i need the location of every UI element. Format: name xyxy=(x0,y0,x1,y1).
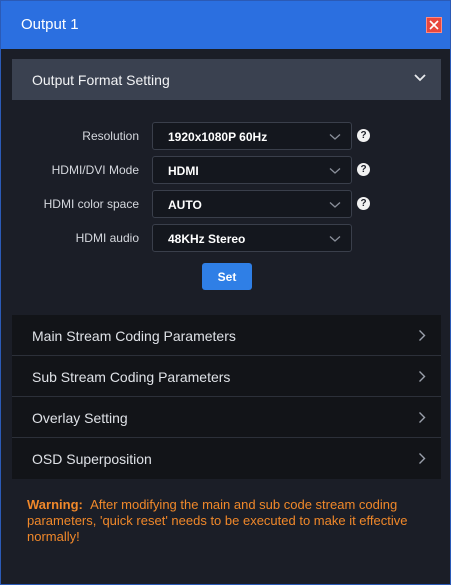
chevron-right-icon xyxy=(419,453,426,464)
hdmi-audio-value: 48KHz Stereo xyxy=(168,232,246,246)
hdmi-dvi-mode-row: HDMI/DVI Mode HDMI ? xyxy=(1,156,450,184)
title-bar: Output 1 xyxy=(1,1,450,49)
dropdown-arrow-icon xyxy=(329,168,341,174)
dropdown-arrow-icon xyxy=(329,236,341,242)
hdmi-audio-label: HDMI audio xyxy=(75,231,139,245)
chevron-right-icon xyxy=(419,330,426,341)
hdmi-dvi-mode-help-icon[interactable]: ? xyxy=(357,163,370,176)
chevron-right-icon xyxy=(419,412,426,423)
section-title: Output Format Setting xyxy=(32,72,170,88)
close-icon xyxy=(429,20,439,30)
warning-title: Warning: xyxy=(27,497,83,512)
window-title: Output 1 xyxy=(21,16,79,33)
hdmi-color-space-select[interactable]: AUTO xyxy=(152,190,352,218)
hdmi-dvi-mode-select[interactable]: HDMI xyxy=(152,156,352,184)
main-stream-coding-section[interactable]: Main Stream Coding Parameters xyxy=(12,315,441,356)
section-label: Main Stream Coding Parameters xyxy=(32,328,236,344)
output-format-section-header[interactable]: Output Format Setting xyxy=(12,59,441,100)
section-label: Sub Stream Coding Parameters xyxy=(32,369,231,385)
hdmi-dvi-mode-value: HDMI xyxy=(168,164,199,178)
chevron-right-icon xyxy=(419,371,426,382)
chevron-down-icon xyxy=(414,74,426,82)
hdmi-color-space-label: HDMI color space xyxy=(43,197,139,211)
resolution-value: 1920x1080P 60Hz xyxy=(168,130,268,144)
hdmi-dvi-mode-label: HDMI/DVI Mode xyxy=(51,163,139,177)
hdmi-audio-row: HDMI audio 48KHz Stereo xyxy=(1,224,450,252)
settings-accordion: Main Stream Coding Parameters Sub Stream… xyxy=(12,315,441,479)
output-dialog: Output 1 Output Format Setting Resolutio… xyxy=(0,0,451,585)
set-button[interactable]: Set xyxy=(202,263,252,290)
hdmi-color-space-help-icon[interactable]: ? xyxy=(357,197,370,210)
resolution-help-icon[interactable]: ? xyxy=(357,129,370,142)
dropdown-arrow-icon xyxy=(329,134,341,140)
warning-text: After modifying the main and sub code st… xyxy=(27,497,408,544)
resolution-row: Resolution 1920x1080P 60Hz ? xyxy=(1,122,450,150)
osd-superposition-section[interactable]: OSD Superposition xyxy=(12,438,441,479)
overlay-setting-section[interactable]: Overlay Setting xyxy=(12,397,441,438)
section-label: OSD Superposition xyxy=(32,451,152,467)
hdmi-color-space-row: HDMI color space AUTO ? xyxy=(1,190,450,218)
section-label: Overlay Setting xyxy=(32,410,128,426)
dropdown-arrow-icon xyxy=(329,202,341,208)
sub-stream-coding-section[interactable]: Sub Stream Coding Parameters xyxy=(12,356,441,397)
warning-message: Warning: After modifying the main and su… xyxy=(27,497,432,545)
hdmi-audio-select[interactable]: 48KHz Stereo xyxy=(152,224,352,252)
resolution-label: Resolution xyxy=(82,129,139,143)
close-button[interactable] xyxy=(426,17,442,33)
hdmi-color-space-value: AUTO xyxy=(168,198,202,212)
resolution-select[interactable]: 1920x1080P 60Hz xyxy=(152,122,352,150)
